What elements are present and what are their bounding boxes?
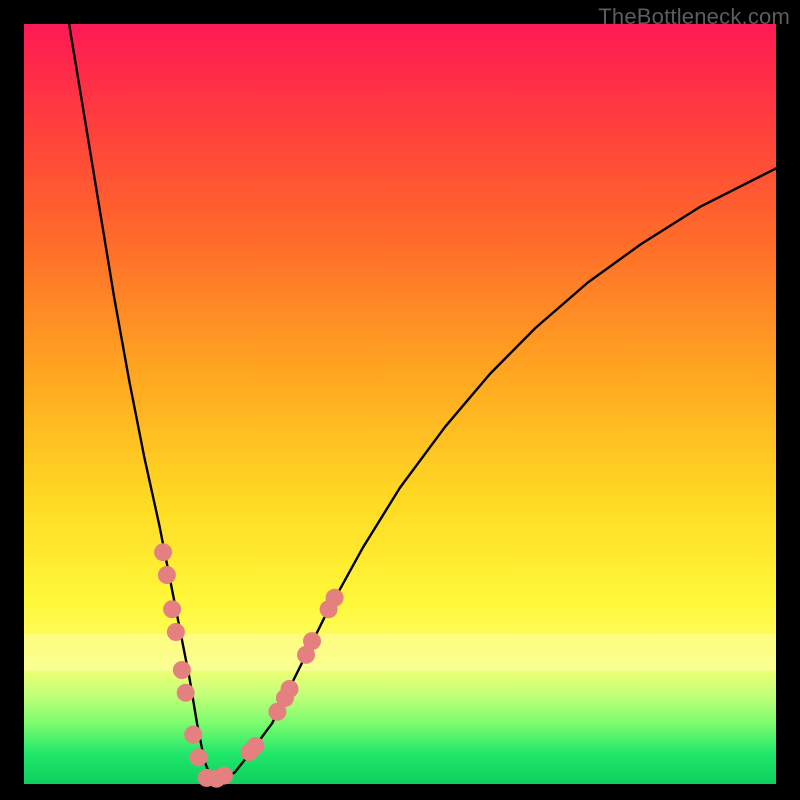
marker-dot — [167, 623, 185, 641]
marker-dot — [184, 726, 202, 744]
marker-dot — [190, 748, 208, 766]
marker-dot — [303, 632, 321, 650]
marker-dot — [154, 543, 172, 561]
marker-group — [154, 543, 344, 788]
chart-svg — [24, 24, 776, 784]
marker-dot — [173, 661, 191, 679]
marker-dot — [177, 684, 195, 702]
marker-dot — [215, 767, 233, 785]
marker-dot — [247, 737, 265, 755]
marker-dot — [326, 589, 344, 607]
marker-dot — [158, 566, 176, 584]
marker-dot — [163, 600, 181, 618]
marker-dot — [281, 680, 299, 698]
